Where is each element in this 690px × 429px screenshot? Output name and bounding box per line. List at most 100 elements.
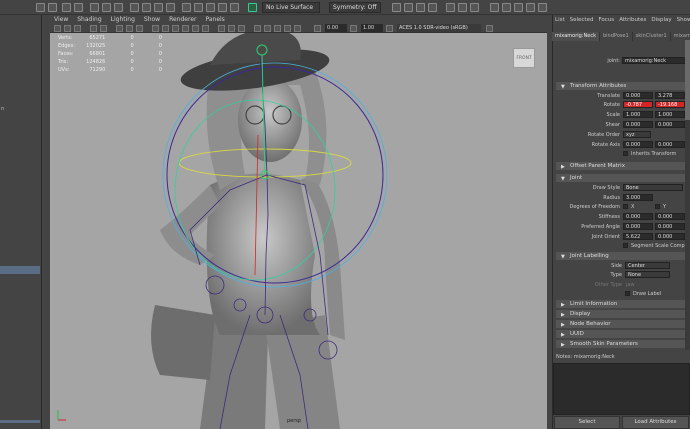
- smooth-shade-icon[interactable]: [162, 25, 169, 32]
- section-limit-information[interactable]: ▶ Limit Information: [556, 300, 690, 308]
- wireframe-on-shaded-icon[interactable]: [172, 25, 179, 32]
- dof-y-checkbox[interactable]: [655, 204, 660, 209]
- ambient-occlusion-icon[interactable]: [218, 25, 225, 32]
- ipr-render-icon[interactable]: [416, 3, 425, 12]
- isolate-select-icon[interactable]: [254, 25, 261, 32]
- load-attributes-button[interactable]: Load Attributes: [622, 416, 689, 429]
- menu-display[interactable]: Display: [651, 15, 671, 26]
- joint-name-field[interactable]: mixamorig:Neck: [622, 57, 686, 64]
- inherits-transform-checkbox[interactable]: [623, 151, 628, 156]
- radius-field[interactable]: 3.000: [623, 194, 653, 201]
- rotate-x[interactable]: -0.787: [623, 101, 653, 108]
- lasso-tool-icon[interactable]: [62, 3, 71, 12]
- menu-set-icon[interactable]: [36, 3, 45, 12]
- select-component-icon[interactable]: [114, 3, 123, 12]
- attr-editor-scrollbar[interactable]: [685, 40, 690, 350]
- tool-settings-icon[interactable]: [526, 3, 535, 12]
- rotate-axis-x[interactable]: 0.000: [623, 141, 653, 148]
- make-live-icon[interactable]: [248, 3, 257, 12]
- shadows-icon[interactable]: [202, 25, 209, 32]
- snap-view-icon[interactable]: [218, 3, 227, 12]
- attribute-editor-icon[interactable]: [514, 3, 523, 12]
- menu-list[interactable]: List: [555, 15, 565, 26]
- joint-orient-x[interactable]: 5.622: [623, 233, 653, 240]
- outliner-row[interactable]: [0, 275, 40, 283]
- character-rig-render[interactable]: [50, 15, 547, 429]
- render-view-icon[interactable]: [458, 3, 467, 12]
- section-node-behavior[interactable]: ▶ Node Behavior: [556, 320, 690, 328]
- grid-icon[interactable]: [100, 25, 107, 32]
- select-hierarchy-icon[interactable]: [90, 3, 99, 12]
- rotate-axis-y[interactable]: 0.000: [655, 141, 685, 148]
- outliner-row-selected[interactable]: [0, 266, 40, 274]
- translate-x[interactable]: 0.000: [623, 92, 653, 99]
- camera-icon[interactable]: [54, 25, 61, 32]
- outliner-row[interactable]: [0, 62, 40, 70]
- rotate-y[interactable]: -19.168: [655, 101, 685, 108]
- preferred-angle-y[interactable]: 0.000: [655, 223, 685, 230]
- menu-attributes[interactable]: Attributes: [619, 15, 646, 26]
- section-smooth-skin[interactable]: ▶ Smooth Skin Parameters: [556, 340, 690, 348]
- render-frame-icon[interactable]: [404, 3, 413, 12]
- outliner-row[interactable]: n: [0, 106, 40, 114]
- bookmark-icon[interactable]: [74, 25, 81, 32]
- channel-box-icon[interactable]: [538, 3, 547, 12]
- panel-layout-icon[interactable]: [486, 25, 493, 32]
- outliner-scrollbar[interactable]: [0, 420, 40, 423]
- film-gate-icon[interactable]: [116, 25, 123, 32]
- wireframe-icon[interactable]: [152, 25, 159, 32]
- camera-attributes-icon[interactable]: [64, 25, 71, 32]
- gate-mask-icon[interactable]: [136, 25, 143, 32]
- character-controls-icon[interactable]: [502, 3, 511, 12]
- history-icon[interactable]: [392, 3, 401, 12]
- textured-icon[interactable]: [182, 25, 189, 32]
- hypershade-icon[interactable]: [446, 3, 455, 12]
- xray-icon[interactable]: [264, 25, 271, 32]
- side-dropdown[interactable]: Center: [625, 262, 670, 269]
- viewport-3d[interactable]: FRONT persp: [50, 15, 547, 429]
- rotate-order-dropdown[interactable]: xyz: [623, 131, 651, 138]
- face-mode-icon[interactable]: [154, 3, 163, 12]
- tab-bindpose[interactable]: bindPose1: [600, 32, 633, 41]
- snap-grid-icon[interactable]: [182, 3, 191, 12]
- render-settings-icon[interactable]: [428, 3, 437, 12]
- view-cube[interactable]: FRONT: [513, 48, 535, 68]
- arnold-icon[interactable]: [470, 3, 479, 12]
- outliner-row[interactable]: [0, 71, 40, 79]
- anti-aliasing-icon[interactable]: [238, 25, 245, 32]
- image-plane-icon[interactable]: [90, 25, 97, 32]
- translate-y[interactable]: 3.278: [655, 92, 685, 99]
- select-object-icon[interactable]: [102, 3, 111, 12]
- vertex-mode-icon[interactable]: [130, 3, 139, 12]
- edge-mode-icon[interactable]: [142, 3, 151, 12]
- symmetry-dropdown[interactable]: Symmetry: Off: [329, 2, 381, 13]
- tab-skincluster[interactable]: skinCluster1: [633, 32, 671, 41]
- section-offset-parent-matrix[interactable]: ▶ Offset Parent Matrix: [556, 162, 690, 170]
- motion-blur-icon[interactable]: [228, 25, 235, 32]
- outliner-row[interactable]: [0, 44, 40, 52]
- segment-scale-checkbox[interactable]: [623, 243, 628, 248]
- select-tool-icon[interactable]: [48, 3, 57, 12]
- section-joint[interactable]: ▼ Joint: [556, 174, 690, 182]
- menu-panels[interactable]: Panels: [205, 15, 224, 24]
- preferred-angle-x[interactable]: 0.000: [623, 223, 653, 230]
- xray-joints-icon[interactable]: [274, 25, 281, 32]
- view-transform-dropdown[interactable]: ACES 1.0 SDR-video (sRGB): [397, 24, 481, 32]
- outliner-row[interactable]: [0, 80, 40, 88]
- scale-x[interactable]: 1.000: [623, 111, 653, 118]
- stiffness-y[interactable]: 0.000: [655, 213, 685, 220]
- type-dropdown[interactable]: None: [625, 271, 670, 278]
- live-surface-dropdown[interactable]: No Live Surface: [262, 2, 320, 13]
- modeling-toolkit-icon[interactable]: [490, 3, 499, 12]
- stiffness-x[interactable]: 0.000: [623, 213, 653, 220]
- menu-renderer[interactable]: Renderer: [169, 15, 196, 24]
- draw-label-checkbox[interactable]: [625, 291, 630, 296]
- outliner-row[interactable]: [0, 35, 40, 43]
- scale-y[interactable]: 1.000: [655, 111, 685, 118]
- snap-curve-icon[interactable]: [194, 3, 203, 12]
- menu-selected[interactable]: Selected: [570, 15, 594, 26]
- color-management-icon[interactable]: [386, 25, 393, 32]
- select-button[interactable]: Select: [554, 416, 620, 429]
- backface-icon[interactable]: [294, 25, 301, 32]
- outliner-row[interactable]: [0, 53, 40, 61]
